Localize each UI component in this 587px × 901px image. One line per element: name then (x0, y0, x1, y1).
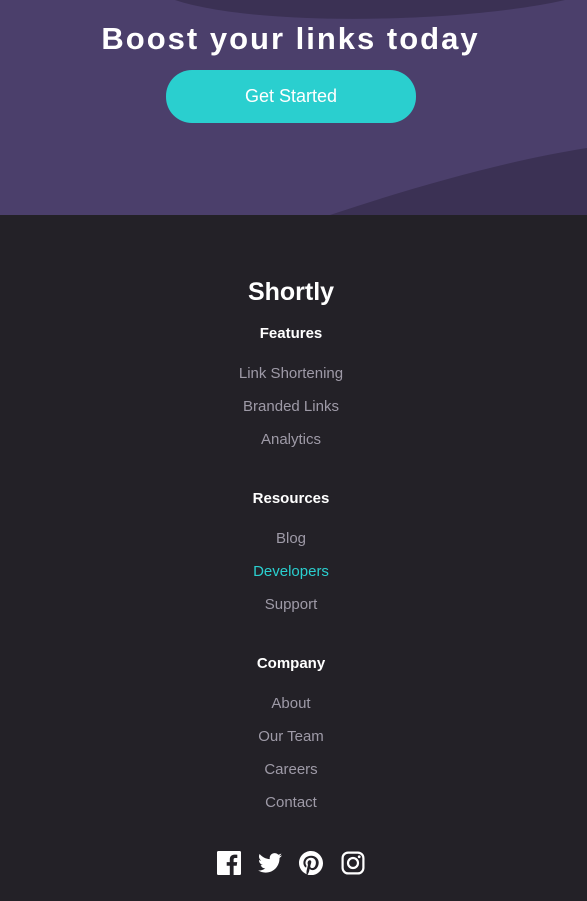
site-footer: Shortly Features Link Shortening Branded… (0, 215, 587, 901)
pinterest-icon[interactable] (299, 851, 323, 875)
footer-link-blog[interactable]: Blog (0, 529, 582, 549)
footer-link-developers[interactable]: Developers (0, 562, 582, 582)
boost-title: Boost your links today (101, 21, 480, 56)
instagram-icon[interactable] (341, 851, 365, 875)
footer-link-link-shortening[interactable]: Link Shortening (0, 364, 582, 384)
footer-heading-features: Features (259, 325, 323, 342)
footer-link-analytics[interactable]: Analytics (0, 430, 582, 450)
footer-link-contact[interactable]: Contact (0, 793, 582, 813)
footer-link-support[interactable]: Support (0, 595, 582, 615)
get-started-button[interactable]: Get Started (166, 70, 416, 123)
footer-brand-logo[interactable]: Shortly (0, 276, 582, 308)
footer-heading-resources: Resources (252, 490, 330, 507)
social-links (217, 851, 367, 875)
facebook-icon[interactable] (217, 851, 241, 875)
footer-link-branded-links[interactable]: Branded Links (0, 397, 582, 417)
footer-heading-company: Company (256, 655, 326, 672)
footer-link-our-team[interactable]: Our Team (0, 727, 582, 747)
footer-link-careers[interactable]: Careers (0, 760, 582, 780)
twitter-icon[interactable] (258, 851, 282, 875)
footer-link-about[interactable]: About (0, 694, 582, 714)
boost-banner: Boost your links today Get Started (0, 0, 587, 215)
